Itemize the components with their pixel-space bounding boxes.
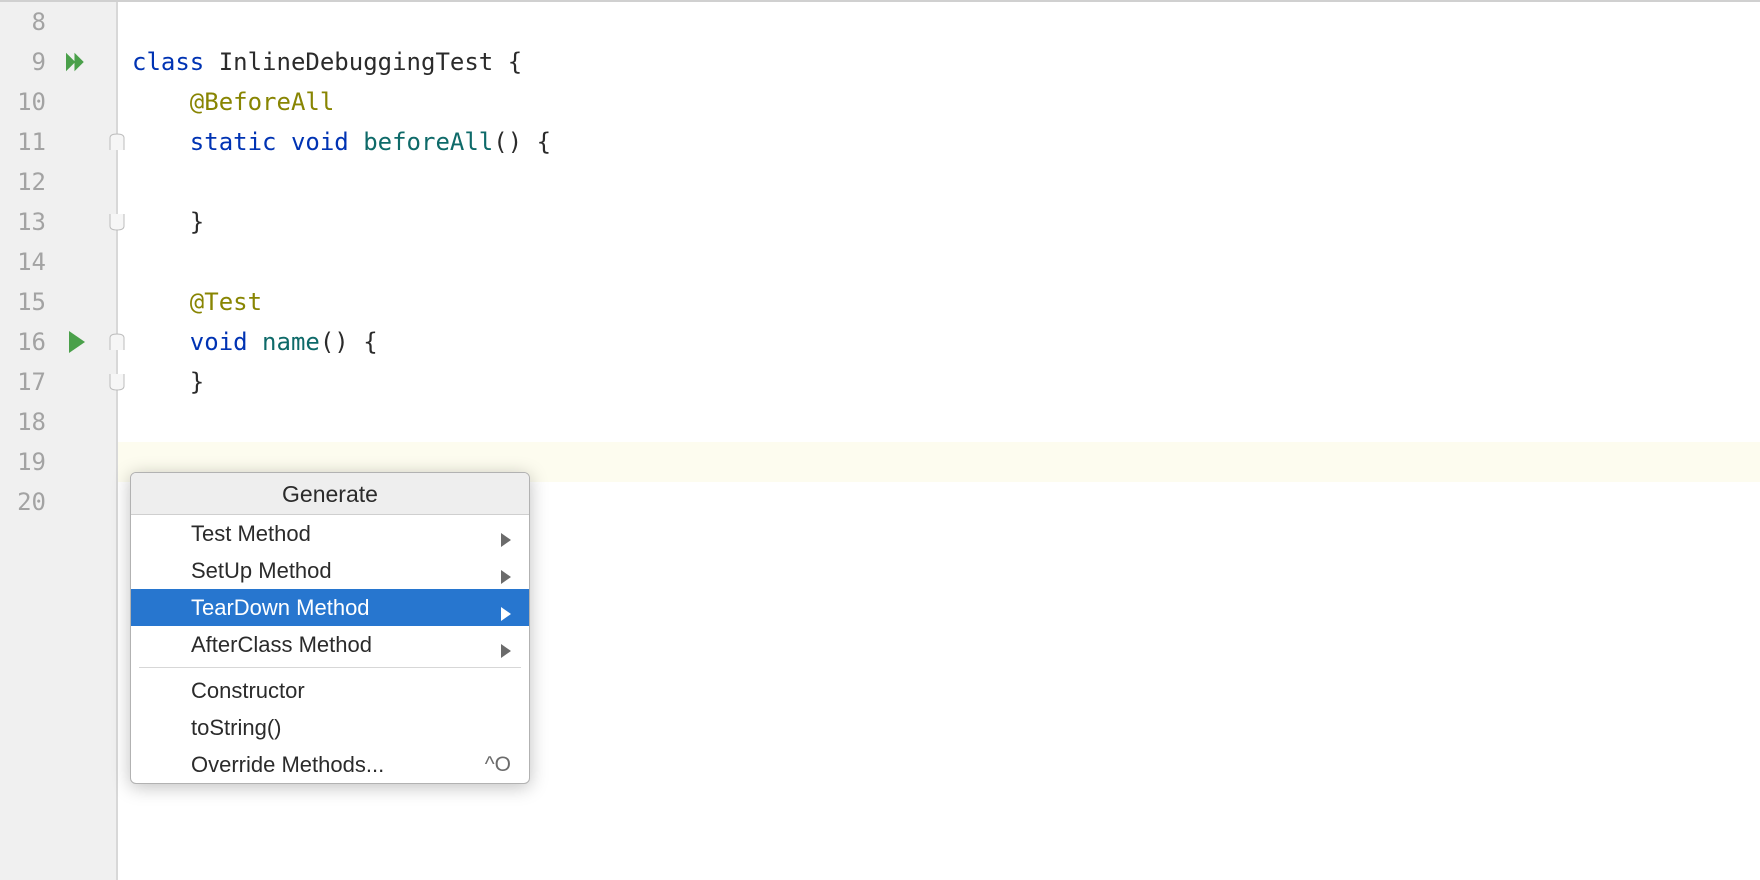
popup-item-teardown-method[interactable]: TearDown Method bbox=[131, 589, 529, 626]
popup-item-constructor[interactable]: Constructor bbox=[131, 672, 529, 709]
brace: } bbox=[190, 208, 204, 236]
popup-item-label: TearDown Method bbox=[191, 595, 370, 621]
keyword: static bbox=[190, 128, 277, 156]
generate-popup: Generate Test Method SetUp Method TearDo… bbox=[130, 472, 530, 784]
brace: { bbox=[508, 48, 522, 76]
method-name: beforeAll bbox=[363, 128, 493, 156]
popup-item-override-methods[interactable]: Override Methods... ^O bbox=[131, 746, 529, 783]
popup-item-label: Override Methods... bbox=[191, 752, 384, 778]
space bbox=[349, 128, 363, 156]
line-number: 17 bbox=[17, 368, 116, 396]
gutter-line: 15 bbox=[0, 282, 116, 322]
gutter-line: 20 bbox=[0, 482, 116, 522]
method-name: name bbox=[262, 328, 320, 356]
line-number: 15 bbox=[17, 288, 116, 316]
annotation: @Test bbox=[190, 288, 262, 316]
popup-item-label: Constructor bbox=[191, 678, 305, 704]
popup-title: Generate bbox=[131, 473, 529, 515]
line-number: 19 bbox=[17, 448, 116, 476]
code-line[interactable]: static void beforeAll() { bbox=[118, 122, 1760, 162]
line-number: 20 bbox=[17, 488, 116, 516]
chevron-right-icon bbox=[501, 564, 511, 578]
chevron-right-icon bbox=[501, 527, 511, 541]
chevron-right-icon bbox=[501, 601, 511, 615]
line-number: 18 bbox=[17, 408, 116, 436]
keyword: void bbox=[190, 328, 248, 356]
line-number: 12 bbox=[17, 168, 116, 196]
gutter-line: 19 bbox=[0, 442, 116, 482]
run-icon[interactable] bbox=[66, 331, 88, 353]
popup-separator bbox=[139, 667, 521, 668]
gutter-line: 16 bbox=[0, 322, 116, 362]
gutter-line: 10 bbox=[0, 82, 116, 122]
space bbox=[248, 328, 262, 356]
gutter: 8 9 10 11 12 13 14 15 16 bbox=[0, 2, 118, 880]
code-line[interactable] bbox=[118, 242, 1760, 282]
popup-item-label: Test Method bbox=[191, 521, 311, 547]
gutter-line: 13 bbox=[0, 202, 116, 242]
code-line[interactable] bbox=[118, 2, 1760, 42]
gutter-line: 8 bbox=[0, 2, 116, 42]
code-line[interactable] bbox=[118, 402, 1760, 442]
indent bbox=[132, 288, 190, 316]
parens: () { bbox=[493, 128, 551, 156]
code-line[interactable]: } bbox=[118, 202, 1760, 242]
gutter-line: 12 bbox=[0, 162, 116, 202]
space bbox=[277, 128, 291, 156]
gutter-line: 17 bbox=[0, 362, 116, 402]
popup-item-tostring[interactable]: toString() bbox=[131, 709, 529, 746]
gutter-line: 18 bbox=[0, 402, 116, 442]
keyword: class bbox=[132, 48, 204, 76]
indent bbox=[132, 88, 190, 116]
chevron-right-icon bbox=[501, 638, 511, 652]
code-line[interactable]: class InlineDebuggingTest { bbox=[118, 42, 1760, 82]
popup-item-afterclass-method[interactable]: AfterClass Method bbox=[131, 626, 529, 663]
line-number: 14 bbox=[17, 248, 116, 276]
parens: () { bbox=[320, 328, 378, 356]
annotation: @BeforeAll bbox=[190, 88, 335, 116]
code-line[interactable] bbox=[118, 162, 1760, 202]
code-line[interactable]: } bbox=[118, 362, 1760, 402]
line-number: 8 bbox=[32, 8, 116, 36]
line-number: 13 bbox=[17, 208, 116, 236]
popup-item-label: AfterClass Method bbox=[191, 632, 372, 658]
brace: } bbox=[190, 368, 204, 396]
line-number: 11 bbox=[17, 128, 116, 156]
indent bbox=[132, 368, 190, 396]
gutter-line: 9 bbox=[0, 42, 116, 82]
gutter-line: 11 bbox=[0, 122, 116, 162]
gutter-line: 14 bbox=[0, 242, 116, 282]
class-name: InlineDebuggingTest bbox=[204, 48, 507, 76]
popup-item-test-method[interactable]: Test Method bbox=[131, 515, 529, 552]
code-line[interactable]: @BeforeAll bbox=[118, 82, 1760, 122]
code-line[interactable]: @Test bbox=[118, 282, 1760, 322]
run-all-icon[interactable] bbox=[66, 51, 88, 73]
indent bbox=[132, 128, 190, 156]
popup-item-setup-method[interactable]: SetUp Method bbox=[131, 552, 529, 589]
code-line[interactable]: void name() { bbox=[118, 322, 1760, 362]
line-number: 10 bbox=[17, 88, 116, 116]
keyword: void bbox=[291, 128, 349, 156]
popup-item-label: toString() bbox=[191, 715, 281, 741]
popup-shortcut: ^O bbox=[485, 753, 511, 777]
indent bbox=[132, 208, 190, 236]
indent bbox=[132, 328, 190, 356]
popup-item-label: SetUp Method bbox=[191, 558, 332, 584]
